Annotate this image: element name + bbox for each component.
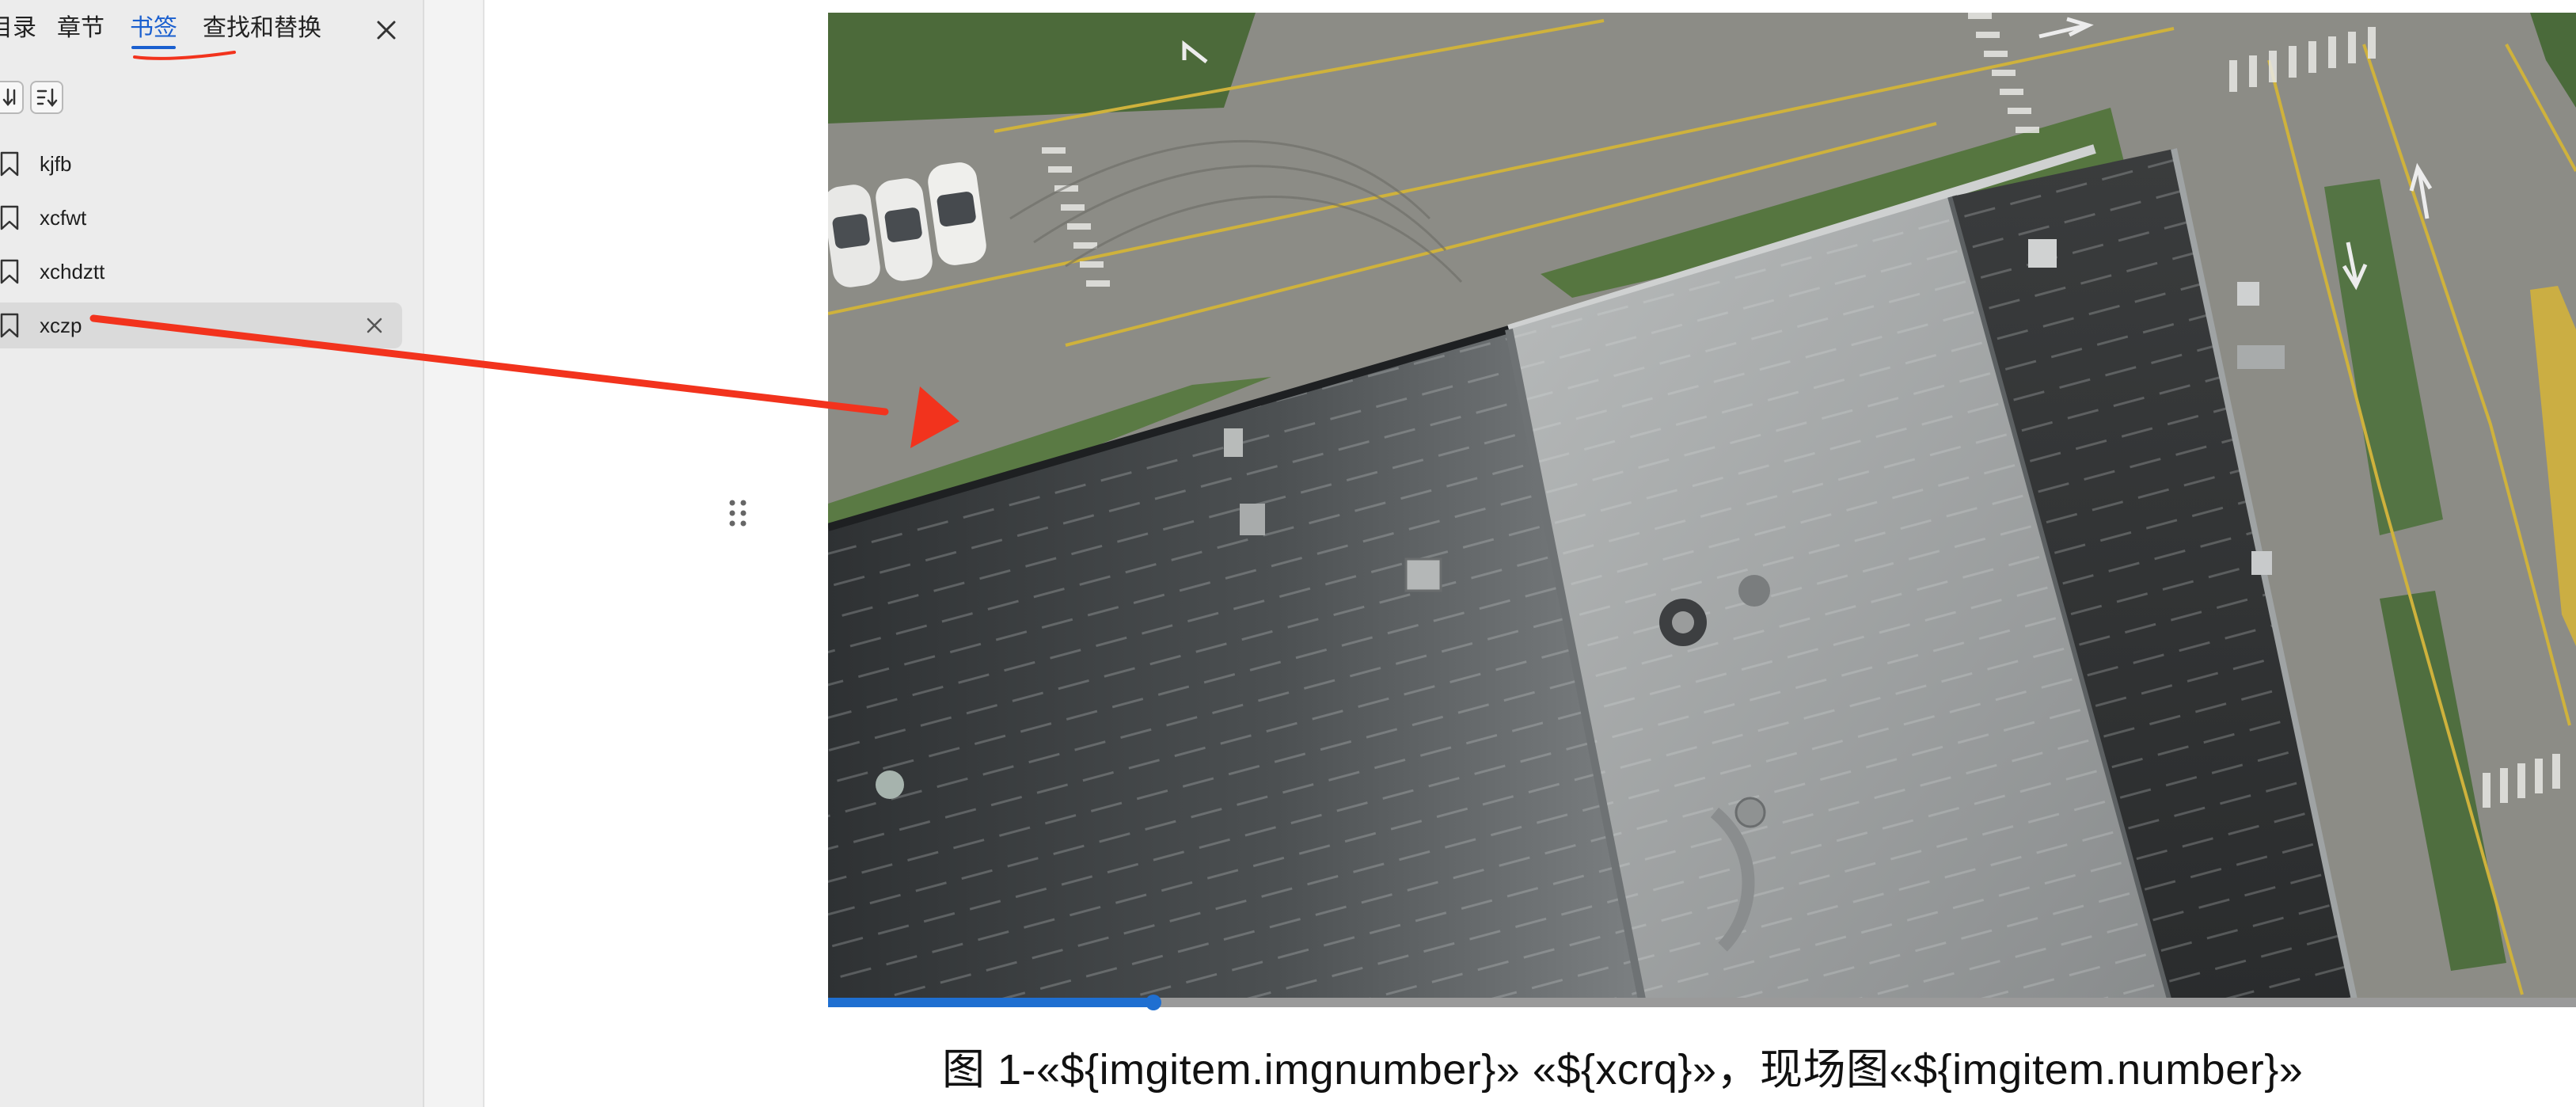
tab-chapters[interactable]: 章节 bbox=[57, 11, 104, 46]
bookmark-icon bbox=[0, 151, 19, 177]
figure-caption: 图 1-«${imgitem.imgnumber}» «${xcrq}»，现场图… bbox=[942, 1046, 2304, 1094]
tab-bookmarks[interactable]: 书签 bbox=[130, 11, 177, 49]
bookmark-item-selected[interactable]: xczp bbox=[0, 302, 402, 348]
bookmark-sidebar: 目录 章节 书签 查找和替换 kjfb xcfwt xchdztt xczp bbox=[0, 0, 424, 1107]
close-panel-button[interactable] bbox=[370, 14, 402, 46]
bookmark-item[interactable]: xchdztt bbox=[0, 249, 402, 295]
bookmark-item[interactable]: kjfb bbox=[0, 141, 402, 187]
close-icon bbox=[377, 21, 396, 40]
bookmark-label: xczp bbox=[40, 314, 82, 337]
bookmark-label: kjfb bbox=[40, 152, 72, 176]
sort-order-button[interactable] bbox=[30, 81, 63, 114]
bookmark-label: xcfwt bbox=[40, 206, 87, 230]
sort-descending-icon bbox=[2, 88, 16, 106]
tab-toc[interactable]: 目录 bbox=[0, 11, 36, 46]
bookmark-icon bbox=[0, 205, 19, 230]
bookmark-item[interactable]: xcfwt bbox=[0, 195, 402, 241]
sidebar-gutter bbox=[424, 0, 484, 1107]
sort-descending-button[interactable] bbox=[0, 81, 24, 114]
bookmark-icon bbox=[0, 313, 19, 338]
drag-handle-icon[interactable] bbox=[727, 497, 749, 529]
video-progress-knob[interactable] bbox=[1145, 995, 1161, 1010]
delete-bookmark-icon[interactable] bbox=[364, 315, 385, 336]
tab-find-replace[interactable]: 查找和替换 bbox=[203, 11, 321, 46]
aerial-photo bbox=[828, 13, 2576, 1007]
bookmark-label: xchdztt bbox=[40, 260, 105, 283]
video-progress-fill bbox=[828, 998, 1153, 1007]
bookmark-icon bbox=[0, 259, 19, 284]
sort-order-icon bbox=[36, 88, 58, 107]
video-progress-bar[interactable] bbox=[828, 995, 2576, 1010]
